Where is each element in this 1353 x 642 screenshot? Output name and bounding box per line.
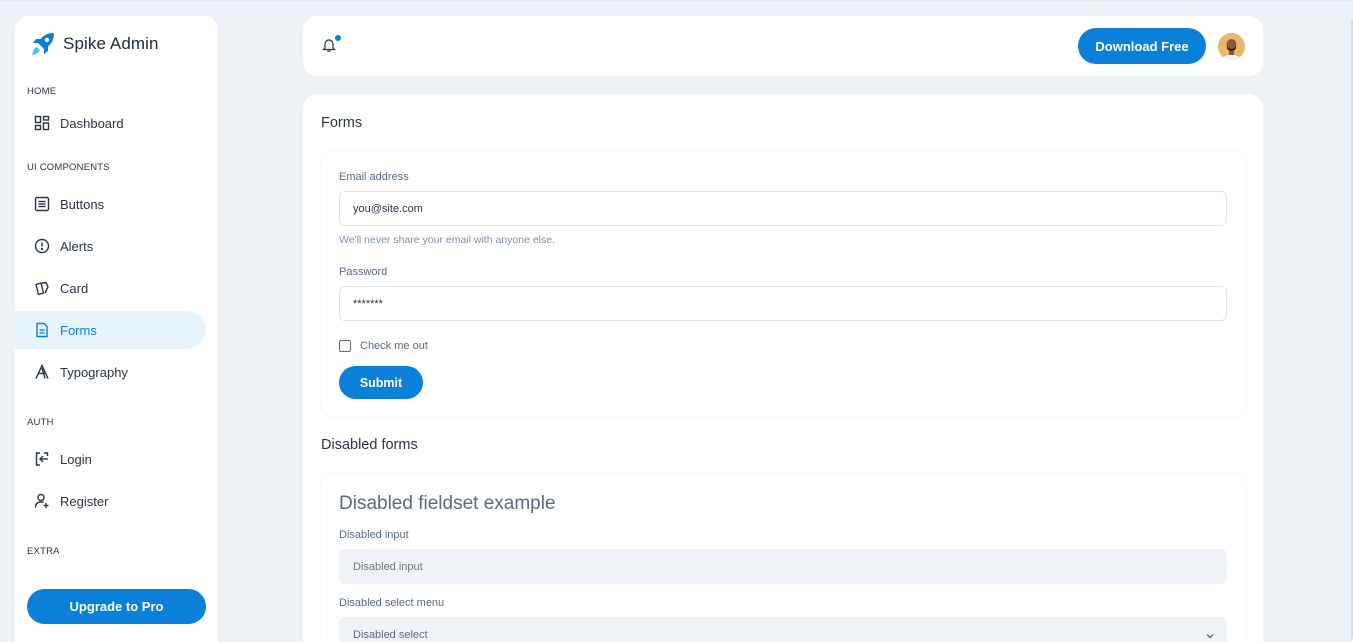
- email-input[interactable]: [339, 191, 1227, 226]
- disabled-select-label: Disabled select menu: [339, 597, 445, 609]
- sidebar-item-label: Alerts: [60, 238, 94, 254]
- brand-name: Spike Admin: [63, 34, 159, 53]
- disabled-input-label: Disabled input: [339, 529, 409, 541]
- sidebar-item-label: Card: [60, 280, 89, 296]
- topbar: Download Free: [303, 16, 1263, 76]
- typography-icon: [35, 364, 49, 379]
- sidebar-item-register[interactable]: Register: [15, 482, 206, 520]
- sidebar-item-card[interactable]: Card: [15, 269, 206, 307]
- disabled-select-value: Disabled select: [353, 629, 428, 641]
- disabled-fieldset-legend: Disabled fieldset example: [339, 493, 556, 514]
- login-icon: [35, 452, 49, 466]
- forms-card: Email address We'll never share your ema…: [321, 151, 1245, 416]
- nav-caption-extra: EXTRA: [27, 546, 60, 557]
- email-help-text: We'll never share your email with anyone…: [339, 234, 555, 246]
- sidebar-item-label: Typography: [60, 364, 128, 380]
- email-label: Email address: [339, 171, 409, 183]
- sidebar-item-label: Dashboard: [60, 115, 124, 131]
- upgrade-to-pro-button[interactable]: Upgrade to Pro: [27, 589, 206, 624]
- user-plus-icon: [34, 493, 49, 508]
- file-text-icon: [36, 322, 48, 338]
- rocket-logo-icon: [32, 33, 54, 55]
- disabled-forms-title: Disabled forms: [321, 437, 418, 453]
- list-icon: [34, 196, 50, 212]
- sidebar-item-buttons[interactable]: Buttons: [15, 185, 206, 223]
- user-avatar-icon: [1218, 33, 1245, 60]
- check-me-out-row[interactable]: Check me out: [339, 340, 428, 352]
- check-me-out-checkbox[interactable]: [339, 340, 351, 352]
- download-free-button[interactable]: Download Free: [1078, 28, 1206, 64]
- sidebar-item-alerts[interactable]: Alerts: [15, 227, 206, 265]
- dashboard-icon: [34, 115, 50, 131]
- sidebar-item-label: Login: [60, 451, 92, 467]
- sidebar-item-typography[interactable]: Typography: [15, 353, 206, 391]
- disabled-input: [339, 549, 1227, 584]
- disabled-forms-card: Disabled fieldset example Disabled input…: [321, 474, 1245, 642]
- check-me-out-label: Check me out: [360, 340, 428, 352]
- sidebar-item-dashboard[interactable]: Dashboard: [15, 104, 206, 142]
- password-label: Password: [339, 266, 388, 278]
- submit-button[interactable]: Submit: [339, 366, 423, 399]
- nav-caption-ui-components: UI COMPONENTS: [27, 162, 110, 173]
- chevron-down-icon: [1206, 634, 1214, 639]
- forms-title: Forms: [321, 115, 363, 131]
- sidebar-item-forms[interactable]: Forms: [15, 311, 206, 349]
- sidebar: Spike Admin HOME Dashboard UI COMPONENTS…: [15, 16, 218, 642]
- nav-caption-auth: AUTH: [27, 417, 54, 428]
- notification-dot: [335, 35, 341, 41]
- sidebar-item-label: Register: [60, 493, 109, 509]
- avatar[interactable]: [1218, 33, 1245, 60]
- main-content: Forms Email address We'll never share yo…: [303, 94, 1263, 642]
- sidebar-item-login[interactable]: Login: [15, 440, 206, 478]
- brand[interactable]: Spike Admin: [29, 30, 159, 58]
- password-input[interactable]: [339, 286, 1227, 321]
- cards-icon: [35, 281, 49, 296]
- disabled-select: Disabled select: [339, 617, 1227, 642]
- alert-circle-icon: [34, 238, 50, 254]
- nav-caption-home: HOME: [27, 86, 57, 97]
- sidebar-item-label: Buttons: [60, 196, 105, 212]
- sidebar-item-label: Forms: [60, 322, 97, 338]
